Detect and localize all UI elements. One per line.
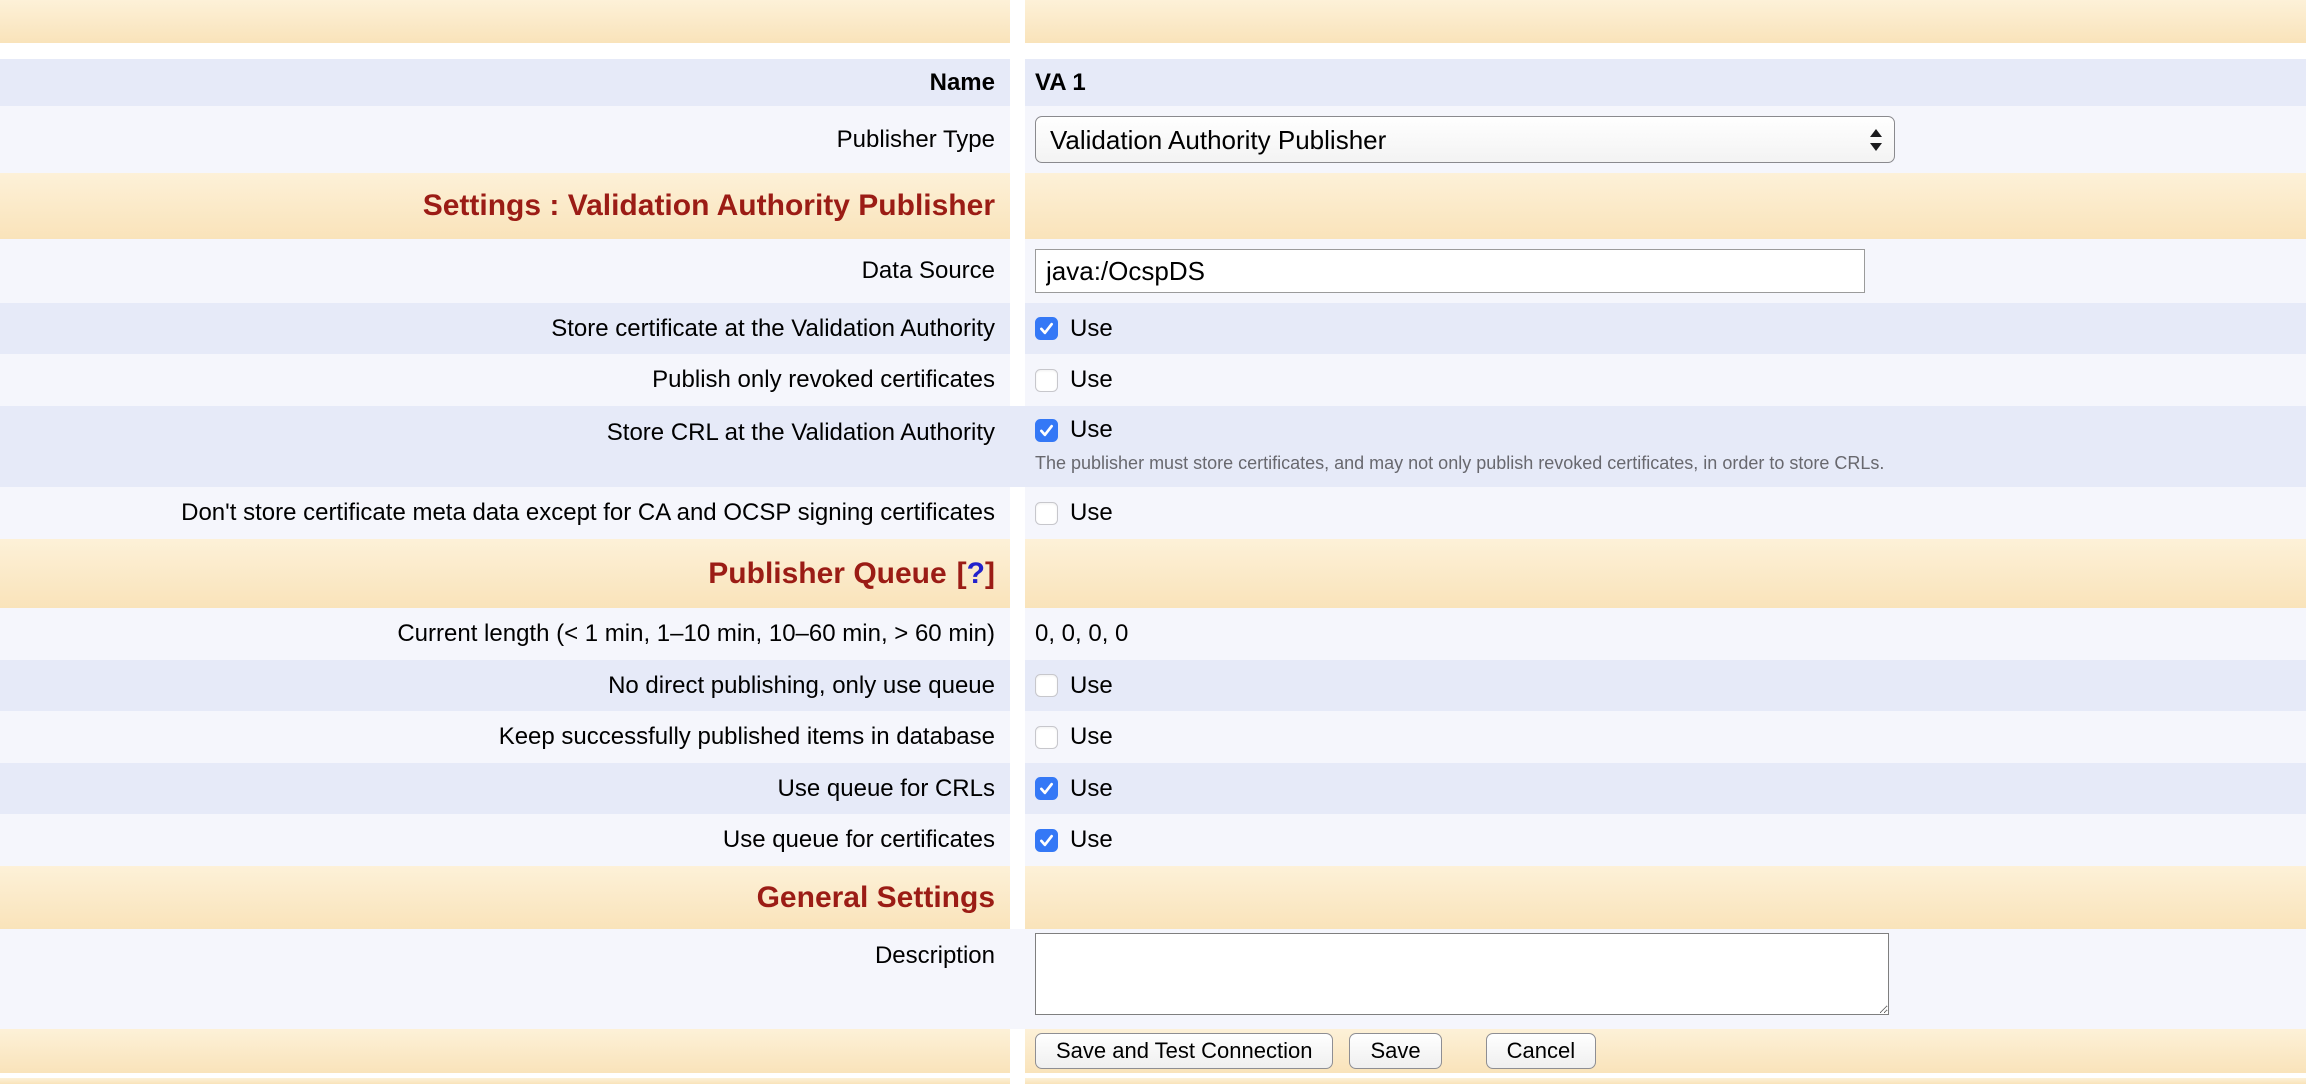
no-direct-publishing-use-label[interactable]: Use — [1070, 672, 1113, 700]
column-gutter — [1010, 1078, 1025, 1084]
use-queue-certificates-checkbox[interactable] — [1035, 829, 1058, 852]
column-gutter — [1010, 866, 1025, 929]
checkmark-icon — [1037, 831, 1056, 850]
publish-revoked-label: Publish only revoked certificates — [652, 365, 995, 395]
column-gutter — [1010, 608, 1025, 660]
general-settings-header: General Settings — [0, 866, 2306, 929]
keep-published-checkbox[interactable] — [1035, 726, 1058, 749]
column-gutter — [1010, 0, 1025, 43]
help-bracket-open: [ — [957, 557, 967, 590]
name-row: Name VA 1 — [0, 59, 2306, 106]
column-gutter — [1010, 239, 1025, 303]
checkmark-icon — [1037, 319, 1056, 338]
column-gutter — [1010, 173, 1025, 239]
data-source-input[interactable] — [1035, 249, 1865, 293]
top-spacer — [0, 43, 2306, 59]
current-length-value: 0, 0, 0, 0 — [1035, 620, 1128, 648]
dont-store-meta-use-label[interactable]: Use — [1070, 499, 1113, 527]
store-certificate-checkbox[interactable] — [1035, 317, 1058, 340]
save-button[interactable]: Save — [1349, 1033, 1441, 1069]
store-certificate-label: Store certificate at the Validation Auth… — [551, 314, 995, 344]
description-label: Description — [875, 941, 995, 971]
publisher-type-row: Publisher Type Validation Authority Publ… — [0, 106, 2306, 173]
store-certificate-row: Store certificate at the Validation Auth… — [0, 303, 2306, 354]
column-gutter — [1010, 59, 1025, 106]
keep-published-row: Keep successfully published items in dat… — [0, 711, 2306, 763]
top-band — [0, 0, 2306, 43]
column-gutter — [1010, 763, 1025, 814]
publisher-queue-help: [?] — [957, 557, 995, 591]
help-bracket-close: ] — [985, 557, 995, 590]
use-queue-certificates-row: Use queue for certificates Use — [0, 814, 2306, 866]
name-value: VA 1 — [1035, 68, 1086, 98]
no-direct-publishing-checkbox[interactable] — [1035, 674, 1058, 697]
dont-store-meta-row: Don't store certificate meta data except… — [0, 487, 2306, 539]
buttons-row: Save and Test Connection Save Cancel — [0, 1029, 2306, 1073]
general-settings-title: General Settings — [757, 881, 995, 915]
publisher-edit-page: Name VA 1 Publisher Type Validation Auth… — [0, 0, 2306, 1084]
dont-store-meta-checkbox[interactable] — [1035, 502, 1058, 525]
store-crl-use-label[interactable]: Use — [1070, 416, 1113, 444]
keep-published-label: Keep successfully published items in dat… — [499, 722, 995, 752]
data-source-label: Data Source — [862, 256, 995, 286]
publisher-type-label: Publisher Type — [837, 125, 995, 155]
no-direct-publishing-label: No direct publishing, only use queue — [608, 671, 995, 701]
store-certificate-use-label[interactable]: Use — [1070, 315, 1113, 343]
dont-store-meta-label: Don't store certificate meta data except… — [181, 498, 995, 528]
publish-revoked-row: Publish only revoked certificates Use — [0, 354, 2306, 406]
store-crl-label: Store CRL at the Validation Authority — [607, 418, 995, 448]
publisher-queue-header: Publisher Queue [?] — [0, 539, 2306, 608]
publisher-type-select-wrap: Validation Authority Publisher — [1035, 116, 1895, 163]
current-length-row: Current length (< 1 min, 1–10 min, 10–60… — [0, 608, 2306, 660]
publisher-type-select[interactable]: Validation Authority Publisher — [1035, 116, 1895, 163]
column-gutter — [1010, 1029, 1025, 1073]
no-direct-publishing-row: No direct publishing, only use queue Use — [0, 660, 2306, 711]
column-gutter — [1010, 814, 1025, 866]
data-source-row: Data Source — [0, 239, 2306, 303]
use-queue-crls-label: Use queue for CRLs — [778, 774, 995, 804]
store-crl-checkbox[interactable] — [1035, 419, 1058, 442]
publish-revoked-use-label[interactable]: Use — [1070, 366, 1113, 394]
store-crl-help-text: The publisher must store certificates, a… — [1035, 452, 1884, 475]
save-and-test-button[interactable]: Save and Test Connection — [1035, 1033, 1333, 1069]
current-length-label: Current length (< 1 min, 1–10 min, 10–60… — [397, 619, 995, 649]
use-queue-certificates-label: Use queue for certificates — [723, 825, 995, 855]
column-gutter — [1010, 711, 1025, 763]
publish-revoked-checkbox[interactable] — [1035, 369, 1058, 392]
column-gutter — [1010, 660, 1025, 711]
checkmark-icon — [1037, 779, 1056, 798]
store-crl-row: Store CRL at the Validation Authority Us… — [0, 406, 2306, 487]
name-label: Name — [930, 68, 995, 98]
use-queue-crls-checkbox[interactable] — [1035, 777, 1058, 800]
keep-published-use-label[interactable]: Use — [1070, 723, 1113, 751]
checkmark-icon — [1037, 421, 1056, 440]
cancel-button[interactable]: Cancel — [1486, 1033, 1596, 1069]
use-queue-crls-row: Use queue for CRLs Use — [0, 763, 2306, 814]
queue-help-link[interactable]: ? — [967, 557, 985, 590]
use-queue-crls-use-label[interactable]: Use — [1070, 775, 1113, 803]
settings-section-title: Settings : Validation Authority Publishe… — [423, 189, 995, 223]
use-queue-certificates-use-label[interactable]: Use — [1070, 826, 1113, 854]
description-row: Description — [0, 929, 2306, 1029]
description-textarea[interactable] — [1035, 933, 1889, 1015]
column-gutter — [1010, 539, 1025, 608]
bottom-band — [0, 1078, 2306, 1084]
publisher-queue-title: Publisher Queue — [708, 557, 946, 591]
column-gutter — [1010, 303, 1025, 354]
column-gutter — [1010, 354, 1025, 406]
settings-section-header: Settings : Validation Authority Publishe… — [0, 173, 2306, 239]
column-gutter — [1010, 106, 1025, 173]
column-gutter — [1010, 487, 1025, 539]
